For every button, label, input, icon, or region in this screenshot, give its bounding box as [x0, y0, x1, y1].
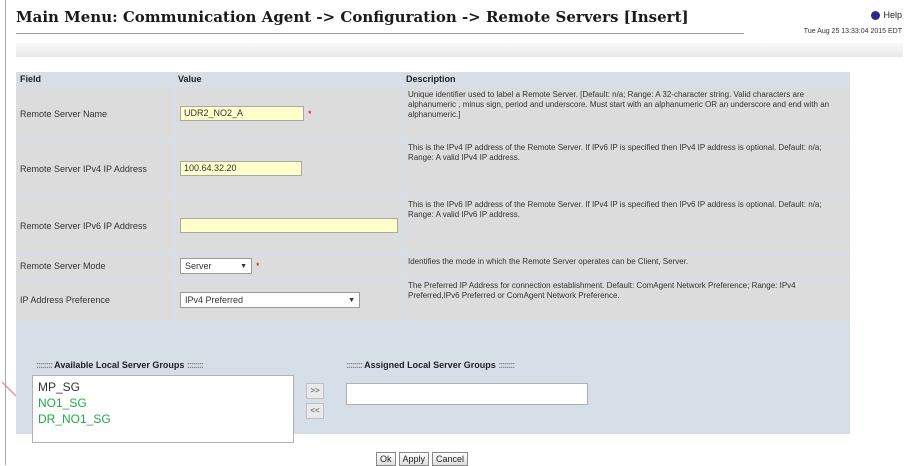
dropdown-arrow-icon: ▼ — [348, 296, 355, 304]
table-row: Remote Server IPv6 IP Address This is th… — [16, 198, 850, 253]
field-label: Remote Server IPv4 IP Address — [20, 163, 147, 174]
column-header-value: Value — [178, 74, 202, 84]
selected-value: Server — [185, 261, 212, 271]
available-groups-list[interactable]: MP_SG NO1_SG DR_NO1_SG — [32, 375, 294, 443]
timestamp: Tue Aug 25 13:33:04 2015 EDT — [803, 28, 902, 35]
value-cell: Server ▼ * — [174, 255, 402, 277]
assigned-groups-title: :::::::: Assigned Local Server Groups ::… — [346, 360, 515, 370]
ip-address-preference-select[interactable]: IPv4 Preferred ▼ — [180, 292, 360, 308]
field-label: Remote Server IPv6 IP Address — [20, 220, 147, 231]
table-row: Remote Server Mode Server ▼ * Identifies… — [16, 255, 850, 277]
field-label: Remote Server Mode — [20, 261, 106, 271]
help-icon — [871, 10, 881, 20]
move-left-button[interactable]: << — [306, 403, 324, 419]
column-header-field: Field — [20, 74, 42, 84]
field-description: Identifies the mode in which the Remote … — [402, 255, 850, 277]
page-title: Main Menu: Communication Agent -> Config… — [16, 8, 689, 26]
field-description: The Preferred IP Address for connection … — [402, 279, 850, 321]
field-label: Remote Server Name — [20, 108, 108, 119]
field-description: This is the IPv4 IP address of the Remot… — [402, 141, 850, 196]
table-row: IP Address Preference IPv4 Preferred ▼ T… — [16, 279, 850, 321]
required-marker: * — [308, 108, 312, 119]
required-marker: * — [256, 261, 260, 271]
value-cell — [174, 198, 402, 253]
available-groups-title: :::::::: Available Local Server Groups :… — [36, 360, 204, 370]
ok-button[interactable]: Ok — [376, 452, 396, 466]
list-item[interactable]: MP_SG — [38, 379, 288, 395]
move-right-button[interactable]: >> — [306, 383, 324, 399]
title-divider — [16, 33, 744, 34]
server-groups-panel: :::::::: Available Local Server Groups :… — [16, 323, 850, 443]
form-actions: Ok Apply Cancel — [376, 452, 469, 466]
apply-button[interactable]: Apply — [398, 452, 430, 466]
table-row: Remote Server IPv4 IP Address 100.64.32.… — [16, 141, 850, 196]
ipv6-address-input[interactable] — [180, 218, 398, 233]
field-description: This is the IPv6 IP address of the Remot… — [402, 198, 850, 253]
help-link[interactable]: Help — [871, 10, 902, 20]
assigned-groups-list[interactable] — [346, 383, 588, 405]
remote-server-form: Field Value Description Remote Server Na… — [16, 72, 850, 443]
help-label: Help — [883, 10, 902, 20]
list-item[interactable]: DR_NO1_SG — [38, 411, 288, 427]
value-cell: UDR2_NO2_A * — [174, 88, 402, 139]
value-cell: 100.64.32.20 — [174, 141, 402, 196]
remote-server-mode-select[interactable]: Server ▼ — [180, 258, 252, 274]
list-item[interactable]: NO1_SG — [38, 395, 288, 411]
field-label: IP Address Preference — [20, 295, 110, 305]
dropdown-arrow-icon: ▼ — [240, 262, 247, 270]
table-row: Remote Server Name UDR2_NO2_A * Unique i… — [16, 88, 850, 139]
table-header: Field Value Description — [16, 72, 850, 86]
cancel-button[interactable]: Cancel — [432, 452, 469, 466]
ipv4-address-input[interactable]: 100.64.32.20 — [180, 161, 302, 176]
toolbar-band — [16, 43, 903, 57]
column-header-description: Description — [406, 74, 456, 84]
field-description: Unique identifier used to label a Remote… — [402, 88, 850, 139]
value-cell: IPv4 Preferred ▼ — [174, 279, 402, 321]
selected-value: IPv4 Preferred — [185, 295, 244, 305]
remote-server-name-input[interactable]: UDR2_NO2_A — [180, 106, 304, 121]
